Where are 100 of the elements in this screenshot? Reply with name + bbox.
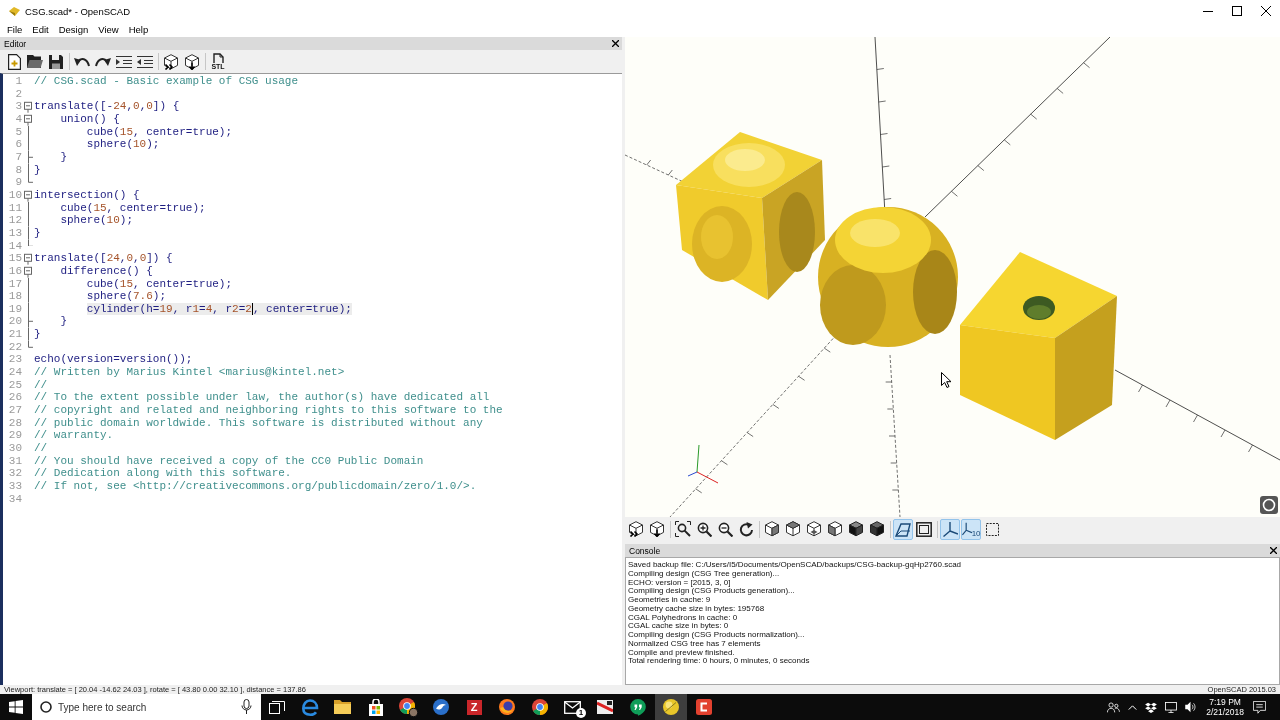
- speech-bubble-icon: [630, 698, 647, 716]
- taskbar-button[interactable]: Z: [457, 694, 491, 720]
- code-line: difference() {: [60, 264, 153, 278]
- code-line: }: [60, 150, 67, 164]
- line-number: 18: [7, 290, 22, 303]
- collapse-icon[interactable]: [24, 188, 32, 202]
- close-panel-button[interactable]: [1270, 547, 1277, 554]
- console-line: Total rendering time: 0 hours, 0 minutes, 0 seconds: [628, 657, 810, 666]
- panel-title: Editor: [4, 38, 27, 49]
- console-line: Compiling design (CSG Products normalization)...: [628, 631, 805, 639]
- perspective-button[interactable]: [893, 518, 913, 540]
- microphone-icon[interactable]: [241, 699, 252, 714]
- clock-date[interactable]: 2/21/2018: [1206, 707, 1244, 717]
- collapse-icon[interactable]: [24, 112, 32, 126]
- circle-icon: [40, 701, 52, 713]
- envelope-icon: [564, 700, 582, 714]
- line-number: 23: [7, 353, 22, 367]
- collapse-icon[interactable]: [24, 252, 32, 265]
- code-line: // copyright and related and neighboring rights to this software to the: [34, 404, 503, 417]
- line-number: 24: [7, 366, 22, 379]
- cube-face-icon: [785, 521, 801, 537]
- menu-item[interactable]: Help: [123, 23, 154, 36]
- line-number: 21: [7, 328, 22, 341]
- code-line: echo(version=version());: [34, 353, 193, 367]
- window-title: CSG.scad* - OpenSCAD: [25, 5, 131, 17]
- cube-face-icon: [827, 521, 843, 537]
- menu-item[interactable]: Edit: [27, 23, 54, 36]
- code-line: // Written by Marius Kintel <marius@kintel.net>: [34, 366, 345, 379]
- line-number: 7: [14, 150, 22, 164]
- console-line: CGAL cache size in bytes: 0: [628, 622, 729, 631]
- preview-button[interactable]: [626, 518, 646, 540]
- console-line: Saved backup file: C:/Users/I5/Documents/OpenSCAD/backups/CSG-backup-gqHp2760.scad: [628, 561, 962, 569]
- code-line: // public domain worldwide. This software is distributed without any: [34, 416, 483, 430]
- view-right-button[interactable]: [762, 518, 782, 540]
- line-number: 12: [7, 214, 22, 227]
- console-line: CGAL Polyhedrons in cache: 0: [628, 613, 738, 622]
- code-line: translate([-24,0,0]) {: [34, 100, 180, 113]
- shopping-bag-icon: [367, 698, 384, 716]
- line-number: 14: [7, 239, 22, 253]
- e-logo-icon: [301, 698, 319, 716]
- view-all-button[interactable]: [673, 518, 693, 540]
- bird-circle-icon: [433, 699, 450, 715]
- axes-button[interactable]: [940, 518, 960, 540]
- code-line: sphere(10);: [86, 138, 160, 151]
- app-logo: Z: [466, 699, 482, 715]
- folder-icon: [334, 700, 352, 714]
- close-panel-button[interactable]: [612, 40, 619, 47]
- view-front-button[interactable]: [846, 518, 866, 540]
- flame-globe-icon: [498, 699, 515, 715]
- message-icon: [1253, 700, 1266, 714]
- menu-item[interactable]: Design: [53, 23, 94, 36]
- view-back-button[interactable]: [867, 518, 887, 540]
- console-line: Compiling design (CSG Tree generation)...: [628, 569, 780, 578]
- taskbar-button[interactable]: 1: [556, 694, 589, 720]
- collapse-icon[interactable]: [24, 100, 32, 113]
- render-button[interactable]: [647, 518, 667, 540]
- maximize-icon: [1231, 6, 1242, 16]
- line-number: 13: [7, 226, 22, 240]
- close-icon: [1260, 6, 1271, 16]
- taskbar-button[interactable]: [654, 694, 688, 720]
- zoom-out-icon: [717, 521, 733, 537]
- line-number: 8: [14, 163, 22, 177]
- code-line: // CSG.scad - Basic example of CSG usage: [34, 75, 299, 88]
- line-number: 20: [7, 315, 22, 329]
- code-line: sphere(10);: [60, 214, 133, 227]
- clock-time[interactable]: 7:19 PM: [1209, 697, 1241, 707]
- code-line: cube(15, center=true);: [86, 125, 233, 139]
- bracket-tile-icon: [695, 699, 712, 715]
- line-number: 29: [7, 429, 22, 443]
- cube-arrow-icon: [649, 521, 665, 537]
- cube-face-icon: [764, 521, 780, 537]
- code-line: //: [34, 442, 48, 455]
- line-number: 26: [7, 391, 22, 405]
- line-number: 16: [7, 264, 22, 278]
- render-button[interactable]: [182, 51, 202, 72]
- code-line: sphere(7.6);: [86, 290, 167, 303]
- code-line: }: [34, 328, 41, 341]
- preview-button[interactable]: [161, 51, 181, 72]
- line-number: 25: [7, 378, 22, 392]
- line-number: 19: [7, 302, 22, 316]
- panel-title: Console: [629, 545, 661, 556]
- unindent-icon: [137, 55, 153, 68]
- line-number: 22: [7, 340, 22, 354]
- view-left-button[interactable]: [825, 518, 845, 540]
- line-number: 32: [7, 467, 22, 480]
- code-line: // To the extent possible under law, the author(s) have dedicated all: [34, 391, 490, 405]
- ring-tile-icon[interactable]: [1260, 496, 1278, 514]
- code-line: // You should have received a copy of the CC0 Public Domain: [34, 454, 424, 468]
- line-number: 27: [7, 404, 22, 417]
- close-icon: [1270, 547, 1277, 554]
- cube-face-icon: [806, 521, 822, 537]
- collapse-icon[interactable]: [24, 264, 32, 278]
- menu-item[interactable]: View: [93, 23, 124, 36]
- square-frame-icon: [916, 521, 932, 537]
- window-panes-icon: [9, 700, 23, 714]
- task-view-icon: [269, 700, 286, 714]
- search-field[interactable]: Type here to search: [32, 694, 261, 720]
- line-number: 17: [7, 277, 22, 291]
- menu-item[interactable]: File: [2, 23, 28, 36]
- scale-markers-button[interactable]: 10: [961, 518, 981, 540]
